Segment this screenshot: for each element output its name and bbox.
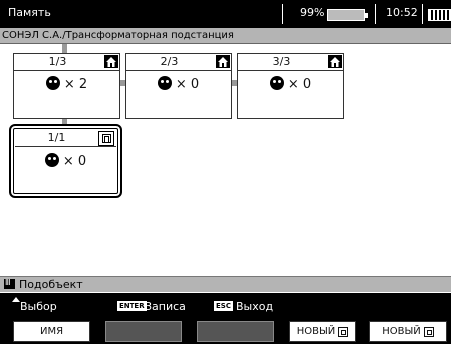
- selected-subobject-node[interactable]: 1/1 × 0: [9, 124, 122, 198]
- node-count-value: × 0: [62, 154, 87, 169]
- signal-icon: [428, 9, 451, 21]
- screen-title: Память: [8, 6, 51, 19]
- clock: 10:52: [386, 6, 418, 19]
- node-count-value: × 2: [63, 77, 88, 92]
- socket-icon: [269, 76, 284, 90]
- hint-esc: Выход: [236, 300, 274, 313]
- node-label: 1/1: [47, 131, 66, 144]
- divider: [375, 4, 376, 24]
- subobject-icon: [98, 131, 114, 146]
- empty-f2-button[interactable]: [105, 321, 182, 342]
- new-object-icon: [338, 326, 349, 337]
- esc-key-badge: ESC: [214, 301, 233, 311]
- new-object-icon: [423, 326, 434, 337]
- enter-key-badge: ENTER: [117, 301, 147, 311]
- node-count: × 2: [14, 76, 119, 92]
- status-text: Подобъект: [19, 278, 83, 291]
- divider: [282, 4, 283, 24]
- hint-select: Выбор: [20, 300, 57, 313]
- node-count-value: × 0: [175, 77, 200, 92]
- node-label: 2/3: [160, 55, 179, 68]
- node-label: 3/3: [272, 55, 291, 68]
- house-icon: [328, 55, 342, 68]
- socket-icon: [44, 153, 59, 167]
- name-button-label: ИМЯ: [39, 326, 64, 337]
- breadcrumb: СОНЭЛ С.А./Трансформаторная подстанция: [2, 30, 234, 41]
- house-icon: [216, 55, 230, 68]
- up-arrow-icon: [12, 297, 20, 302]
- node-count: × 0: [238, 76, 343, 92]
- node-count: × 0: [126, 76, 231, 92]
- object-node[interactable]: 2/3 × 0: [125, 53, 232, 119]
- new-button-label: НОВЫЙ: [296, 326, 336, 337]
- node-count: × 0: [11, 153, 120, 169]
- empty-f3-button[interactable]: [197, 321, 274, 342]
- hint-enter: Записа: [145, 300, 186, 313]
- node-count-value: × 0: [287, 77, 312, 92]
- name-button[interactable]: ИМЯ: [13, 321, 90, 342]
- node-label: 1/3: [48, 55, 67, 68]
- new-object-button[interactable]: НОВЫЙ: [369, 321, 447, 342]
- new-subobject-button[interactable]: НОВЫЙ: [289, 321, 356, 342]
- socket-icon: [157, 76, 172, 90]
- new-button-label: НОВЫЙ: [382, 326, 421, 337]
- divider: [422, 4, 423, 24]
- house-icon: [104, 55, 118, 68]
- battery-icon: [327, 9, 368, 21]
- object-node[interactable]: 1/3 × 2: [13, 53, 120, 119]
- object-node[interactable]: 3/3 × 0: [237, 53, 344, 119]
- subobject-type-icon: [4, 278, 15, 289]
- socket-icon: [45, 76, 60, 90]
- battery-percent: 99%: [300, 6, 325, 19]
- title-bar: [0, 0, 451, 28]
